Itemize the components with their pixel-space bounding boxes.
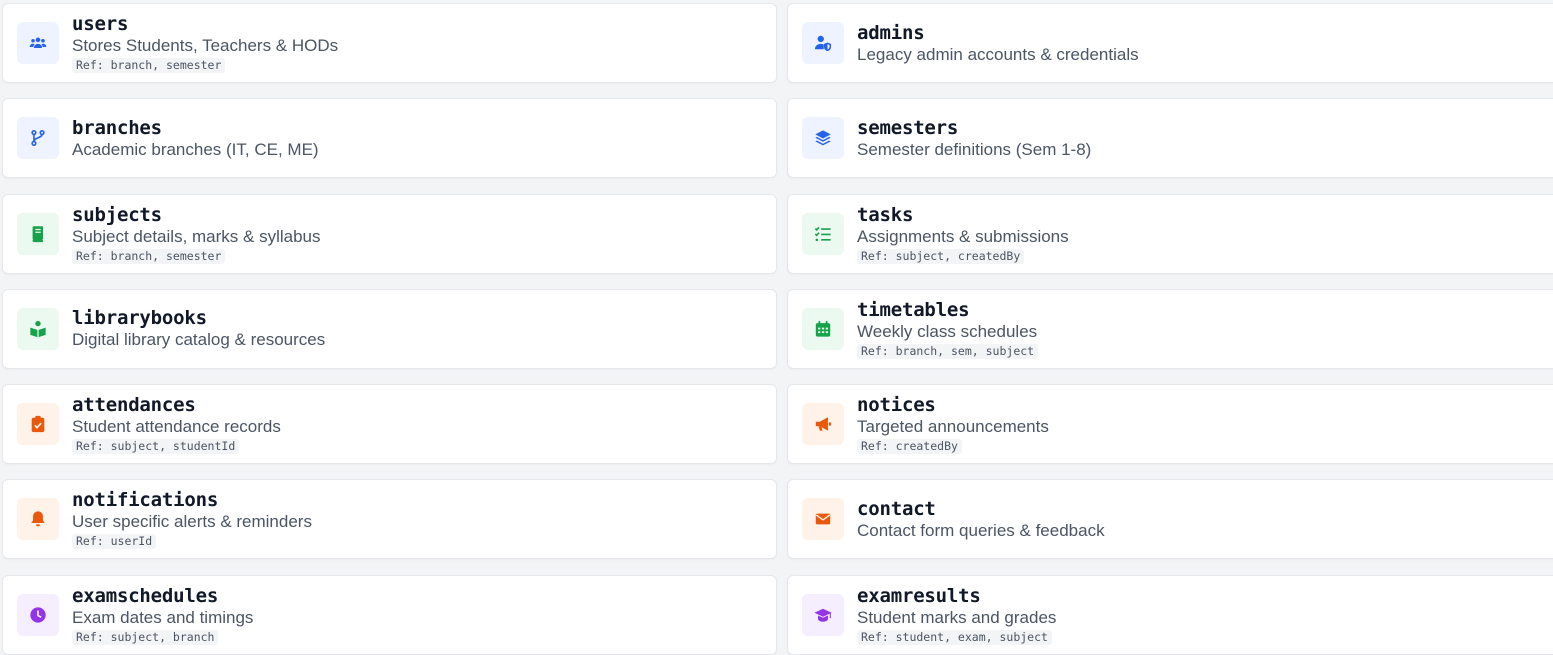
collection-card-examresults[interactable]: examresults Student marks and grades Ref…	[787, 574, 1553, 655]
collection-name: semesters	[857, 116, 959, 139]
collection-name: notices	[857, 394, 936, 417]
collection-card-attendances[interactable]: attendances Student attendance records R…	[2, 384, 777, 465]
book-icon	[17, 212, 59, 255]
users-icon	[17, 22, 59, 64]
collections-grid: users Stores Students, Teachers & HODs R…	[0, 0, 1553, 655]
collection-description: Assignments & submissions	[857, 226, 1069, 246]
collection-description: Targeted announcements	[857, 417, 1049, 437]
collection-name: timetables	[857, 298, 970, 321]
clock-icon	[17, 593, 59, 636]
collection-name: users	[72, 13, 129, 35]
collection-description: Exam dates and timings	[72, 607, 254, 627]
collection-card-timetables[interactable]: timetables Weekly class schedules Ref: b…	[787, 288, 1553, 369]
envelope-icon	[802, 498, 844, 541]
collection-name: subjects	[72, 203, 162, 226]
collection-ref: Ref: branch, semester	[72, 58, 226, 73]
collection-name: examresults	[857, 584, 981, 607]
collection-card-semesters[interactable]: semesters Semester definitions (Sem 1-8)	[787, 98, 1553, 179]
code-branch-icon	[17, 117, 59, 160]
collection-card-branches[interactable]: branches Academic branches (IT, CE, ME)	[2, 98, 777, 179]
collection-card-admins[interactable]: admins Legacy admin accounts & credentia…	[787, 3, 1553, 83]
clipboard-check-icon	[17, 403, 59, 446]
collection-card-notices[interactable]: notices Targeted announcements Ref: crea…	[787, 384, 1553, 465]
collection-ref: Ref: student, exam, subject	[857, 629, 1052, 645]
collection-card-users[interactable]: users Stores Students, Teachers & HODs R…	[2, 3, 777, 83]
collection-description: Subject details, marks & syllabus	[72, 226, 321, 246]
book-reader-icon	[17, 307, 59, 350]
collection-description: Student marks and grades	[857, 607, 1057, 627]
collection-description: Weekly class schedules	[857, 321, 1038, 341]
collection-description: Legacy admin accounts & credentials	[857, 44, 1139, 64]
collection-ref: Ref: subject, createdBy	[857, 248, 1025, 264]
collection-description: Semester definitions (Sem 1-8)	[857, 139, 1092, 159]
collection-name: admins	[857, 21, 925, 44]
collection-name: branches	[72, 116, 162, 139]
collection-name: attendances	[72, 394, 196, 417]
collection-card-notifications[interactable]: notifications User specific alerts & rem…	[2, 479, 777, 560]
collection-name: examschedules	[72, 584, 219, 607]
collection-ref: Ref: subject, branch	[72, 629, 219, 645]
megaphone-icon	[802, 403, 844, 446]
collection-description: Contact form queries & feedback	[857, 520, 1105, 540]
collection-ref: Ref: subject, studentId	[72, 439, 240, 455]
user-shield-icon	[802, 22, 844, 64]
layers-icon	[802, 117, 844, 160]
collection-description: Digital library catalog & resources	[72, 330, 326, 350]
calendar-icon	[802, 307, 844, 350]
bell-icon	[17, 498, 59, 541]
collection-name: tasks	[857, 203, 914, 226]
collection-card-tasks[interactable]: tasks Assignments & submissions Ref: sub…	[787, 193, 1553, 274]
collection-card-subjects[interactable]: subjects Subject details, marks & syllab…	[2, 193, 777, 274]
collection-ref: Ref: branch, sem, subject	[857, 343, 1039, 359]
collection-description: Stores Students, Teachers & HODs	[72, 36, 339, 55]
collection-name: contact	[857, 497, 936, 520]
collection-description: Academic branches (IT, CE, ME)	[72, 139, 319, 159]
graduation-cap-icon	[802, 593, 844, 636]
collection-description: Student attendance records	[72, 417, 281, 437]
collection-name: librarybooks	[72, 307, 207, 330]
collection-card-contact[interactable]: contact Contact form queries & feedback	[787, 479, 1553, 560]
list-check-icon	[802, 212, 844, 255]
collection-name: notifications	[72, 489, 219, 512]
collection-ref: Ref: userId	[72, 534, 157, 550]
collection-ref: Ref: createdBy	[857, 439, 962, 455]
collection-ref: Ref: branch, semester	[72, 248, 226, 264]
collection-description: User specific alerts & reminders	[72, 512, 312, 532]
collection-card-librarybooks[interactable]: librarybooks Digital library catalog & r…	[2, 288, 777, 369]
collection-card-examschedules[interactable]: examschedules Exam dates and timings Ref…	[2, 574, 777, 655]
